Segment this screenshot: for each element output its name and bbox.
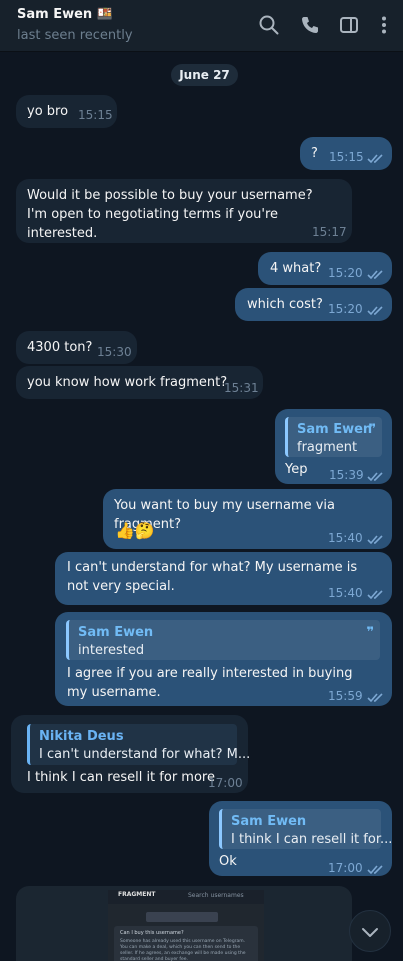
- message-time: 15:15: [78, 108, 113, 122]
- scroll-down-button[interactable]: [349, 910, 391, 952]
- double-check-icon: [367, 587, 385, 600]
- message-time: 15:31: [224, 381, 259, 395]
- double-check-icon: [367, 303, 385, 316]
- message-outgoing[interactable]: 4 what? 15:20: [258, 252, 392, 285]
- search-icon[interactable]: [258, 14, 280, 36]
- message-incoming[interactable]: you know how work fragment? 15:31: [16, 366, 263, 399]
- more-vertical-icon[interactable]: [373, 14, 395, 36]
- reply-text: I think I can resell it for...: [231, 832, 393, 847]
- preview-card-title: Can I buy this username?: [120, 930, 184, 936]
- message-list[interactable]: June 27 yo bro 15:15 ? 15:15 Would it be…: [0, 52, 403, 961]
- double-check-icon: [367, 690, 385, 703]
- message-incoming[interactable]: Would it be possible to buy your usernam…: [16, 179, 352, 243]
- preview-toolbar: FRAGMENT Search usernames: [108, 890, 264, 904]
- message-text: I think I can resell it for more: [27, 770, 215, 785]
- message-text: you know how work fragment?: [27, 375, 228, 390]
- double-check-icon: [367, 267, 385, 280]
- message-time: 15:39: [329, 468, 364, 482]
- message-text: 4 what?: [270, 261, 322, 276]
- reply-quote[interactable]: Nikita Deus I can't understand for what?…: [27, 724, 250, 765]
- message-incoming[interactable]: 4300 ton? 15:30: [16, 331, 137, 364]
- message-time: 15:59: [328, 689, 363, 703]
- chat-status: last seen recently: [17, 28, 133, 43]
- blurred-username: [146, 912, 218, 922]
- sidebar-toggle-icon[interactable]: [338, 14, 360, 36]
- reply-text: interested: [78, 643, 145, 658]
- preview-body: Can I buy this username? Someone has alr…: [108, 904, 264, 961]
- reply-quote[interactable]: Sam Ewen ❞ interested: [66, 620, 380, 660]
- message-time: 15:17: [312, 225, 347, 239]
- message-incoming[interactable]: Nikita Deus I can't understand for what?…: [11, 715, 250, 793]
- message-text: Would it be possible to buy your usernam…: [27, 188, 313, 241]
- preview-card-text: Someone has already used this username o…: [120, 939, 246, 961]
- message-outgoing[interactable]: Sam Ewen ❞ interested I agree if you are…: [55, 612, 392, 706]
- reply-author: Sam Ewen: [78, 625, 154, 640]
- message-text: Ok: [219, 854, 237, 869]
- message-text: yo bro: [27, 104, 69, 119]
- preview-brand: FRAGMENT: [118, 891, 156, 898]
- double-check-icon: [367, 469, 385, 482]
- reply-text: fragment: [297, 440, 358, 455]
- message-outgoing[interactable]: I can't understand for what? My username…: [55, 552, 392, 605]
- message-outgoing[interactable]: which cost? 15:20: [235, 288, 392, 321]
- message-outgoing[interactable]: Sam Ewen I think I can resell it for... …: [209, 801, 392, 876]
- message-text: I agree if you are really interested in …: [67, 666, 353, 700]
- message-time: 17:00: [208, 776, 243, 790]
- chat-title[interactable]: Sam Ewen 🍱: [17, 7, 113, 22]
- reply-author: Sam Ewen: [297, 422, 373, 437]
- message-time: 17:00: [328, 861, 363, 875]
- image-message[interactable]: FRAGMENT Search usernames Can I buy this…: [16, 886, 352, 961]
- preview-search: Search usernames: [188, 892, 244, 899]
- message-reactions[interactable]: 👍🤔: [115, 521, 155, 541]
- reply-quote[interactable]: Sam Ewen I think I can resell it for...: [219, 809, 392, 849]
- message-outgoing[interactable]: You want to buy my username via fragment…: [103, 489, 392, 549]
- reply-author: Nikita Deus: [39, 729, 124, 744]
- message-time: 15:20: [328, 266, 363, 280]
- quote-icon: ❞: [368, 422, 376, 437]
- chat-header: Sam Ewen 🍱 last seen recently: [0, 0, 403, 52]
- message-text: ?: [311, 146, 318, 161]
- message-text: I can't understand for what? My username…: [67, 560, 358, 594]
- message-incoming[interactable]: yo bro 15:15: [16, 95, 117, 128]
- message-outgoing[interactable]: ? 15:15: [300, 137, 392, 170]
- quote-icon: ❞: [366, 625, 374, 640]
- message-time: 15:20: [328, 302, 363, 316]
- phone-icon[interactable]: [299, 14, 321, 36]
- reply-quote[interactable]: Sam Ewen ❞ fragment: [285, 417, 382, 457]
- message-time: 15:40: [328, 586, 363, 600]
- message-time: 15:15: [329, 150, 364, 164]
- message-time: 15:30: [97, 345, 132, 359]
- reply-author: Sam Ewen: [231, 814, 307, 829]
- message-text: 4300 ton?: [27, 340, 93, 355]
- message-text: Yep: [285, 462, 308, 477]
- double-check-icon: [367, 862, 385, 875]
- message-time: 15:40: [328, 531, 363, 545]
- chevron-down-icon: [362, 928, 378, 937]
- double-check-icon: [367, 151, 385, 164]
- message-text: which cost?: [247, 297, 323, 312]
- preview-card: Can I buy this username? Someone has alr…: [114, 926, 258, 961]
- message-outgoing[interactable]: Sam Ewen ❞ fragment Yep 15:39: [275, 409, 392, 484]
- double-check-icon: [367, 532, 385, 545]
- date-separator: June 27: [171, 64, 238, 86]
- reply-text: I can't understand for what? M...: [39, 747, 251, 762]
